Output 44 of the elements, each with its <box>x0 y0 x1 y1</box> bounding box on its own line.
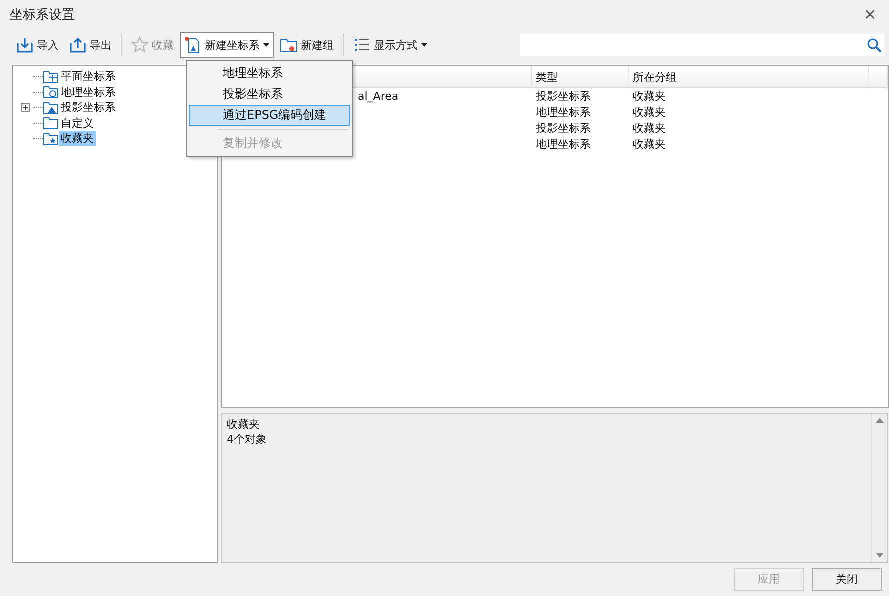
column-header[interactable]: 所在分组 <box>629 66 869 89</box>
info-text: 收藏夹 <box>227 417 261 432</box>
table-cell-text: 投影坐标系 <box>535 120 592 136</box>
tree-item[interactable]: 地理坐标系 <box>59 84 118 100</box>
menu-item[interactable]: 通过EPSG编码创建 <box>189 105 350 126</box>
table-cell-text: 收藏夹 <box>632 120 667 136</box>
toolbar-button[interactable]: 显示方式 <box>349 32 432 58</box>
table-cell-text: 收藏夹 <box>632 136 667 152</box>
tree-item[interactable]: 平面坐标系 <box>59 69 118 84</box>
list-icon <box>353 36 371 54</box>
search-icon <box>867 38 882 52</box>
tree-item[interactable]: 收藏夹 <box>59 131 96 146</box>
toolbar-button[interactable]: 新建坐标系 <box>180 32 274 58</box>
expand-icon[interactable] <box>21 103 30 112</box>
scroll-up-icon[interactable] <box>876 418 884 423</box>
table-cell: al_Area <box>358 90 399 102</box>
toolbar-button[interactable]: 新建组 <box>276 32 338 58</box>
download-icon <box>16 36 34 54</box>
tree-item[interactable]: 自定义 <box>59 116 96 131</box>
globe-folder-icon <box>43 85 59 100</box>
folder-icon <box>43 116 59 130</box>
toolbar-button[interactable]: 导入 <box>12 32 63 58</box>
table-cell-text: 收藏夹 <box>632 104 667 120</box>
toolbar-button[interactable]: 导出 <box>65 32 116 58</box>
info-text: 4个对象 <box>227 432 268 447</box>
table-cell-text: 投影坐标系 <box>535 88 592 104</box>
close-button[interactable]: ✕ <box>860 6 881 24</box>
table-cell-text: 地理坐标系 <box>535 136 592 152</box>
menu-item[interactable]: 地理坐标系 <box>189 63 350 84</box>
grid-folder-icon <box>43 70 59 84</box>
new-document-icon <box>184 36 202 54</box>
table-cell-text: 收藏夹 <box>632 88 667 104</box>
search-field[interactable] <box>520 34 885 56</box>
star-folder-icon <box>43 132 59 146</box>
star-icon <box>131 36 149 54</box>
upload-icon <box>69 36 87 54</box>
table-cell-text: 地理坐标系 <box>535 104 592 120</box>
tree-item[interactable]: 投影坐标系 <box>59 100 118 116</box>
window-title: 坐标系设置 <box>10 7 75 24</box>
column-header[interactable]: 类型 <box>532 66 629 89</box>
scroll-down-icon[interactable] <box>876 553 884 558</box>
map-folder-icon <box>43 100 59 115</box>
menu-item[interactable]: 投影坐标系 <box>189 84 350 105</box>
dialog-button[interactable]: 关闭 <box>812 568 882 591</box>
